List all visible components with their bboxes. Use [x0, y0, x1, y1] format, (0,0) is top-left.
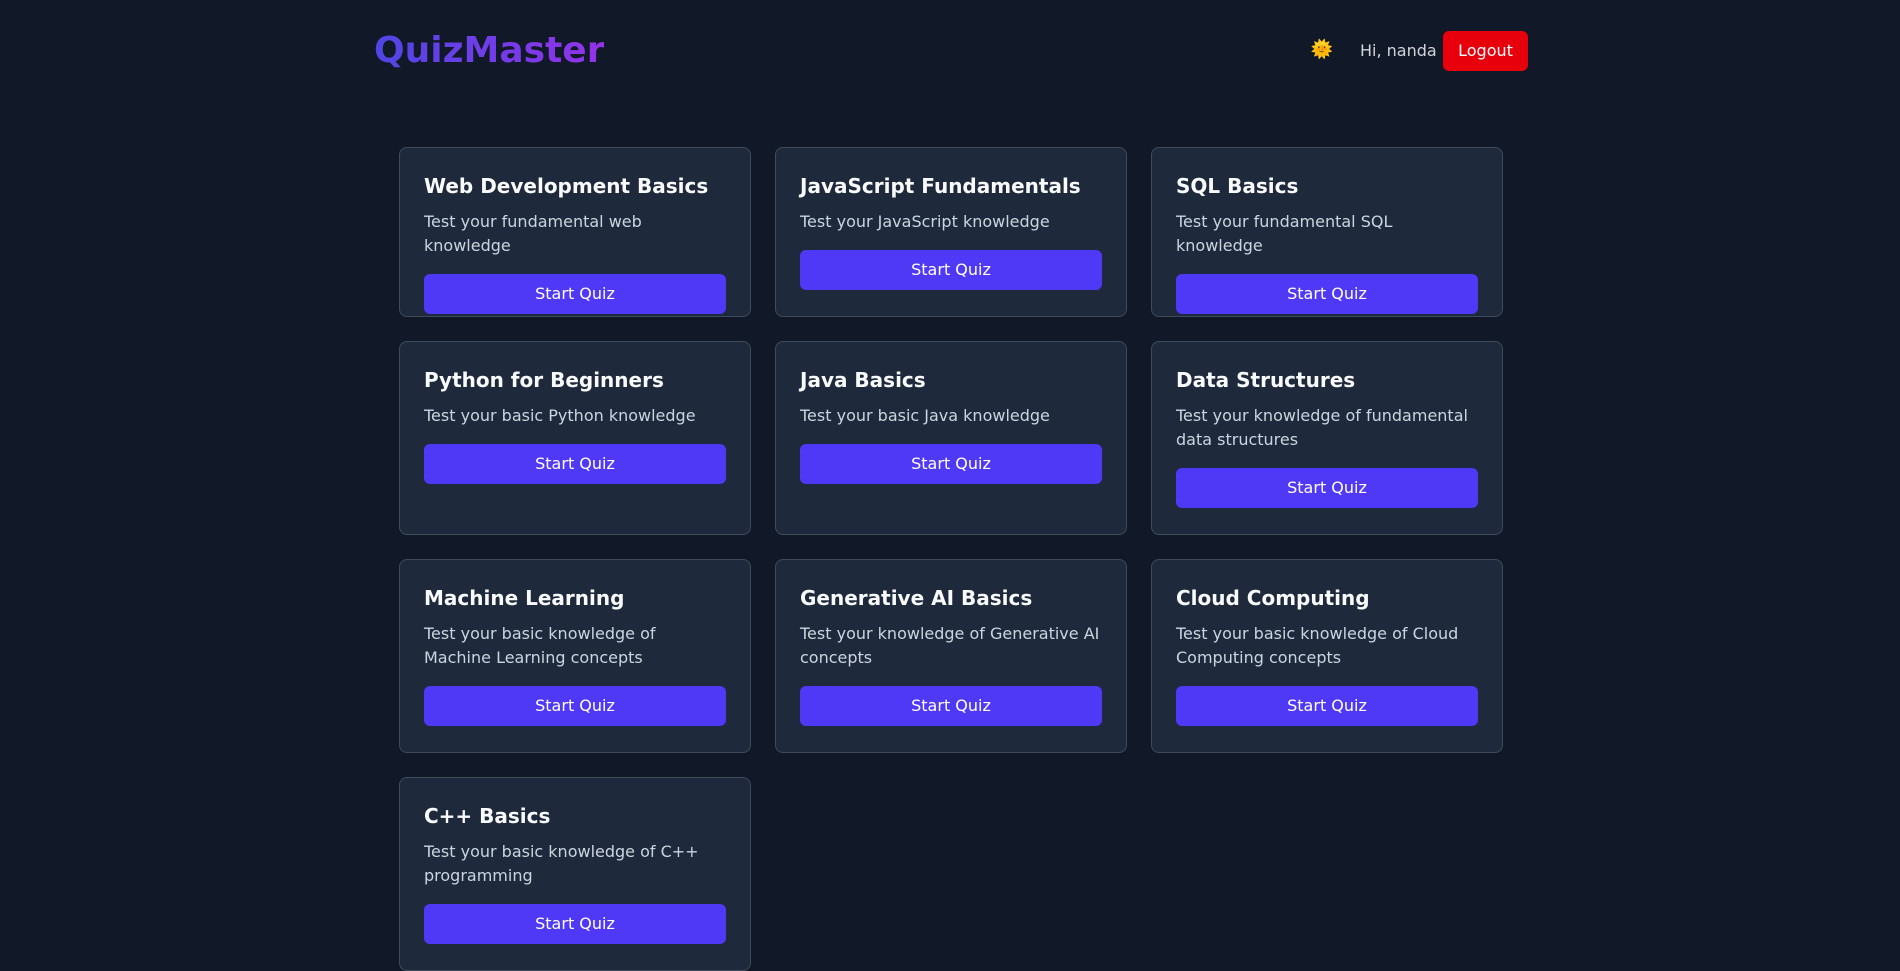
quiz-card-python-for-beginners: Python for Beginners Test your basic Pyt… [399, 341, 751, 535]
quiz-card-description: Test your basic Java knowledge [800, 406, 1050, 425]
quiz-card-description: Test your basic knowledge of Cloud Compu… [1176, 624, 1459, 667]
sun-icon[interactable]: 🌞 [1310, 38, 1334, 62]
quiz-card-data-structures: Data Structures Test your knowledge of f… [1151, 341, 1503, 535]
quiz-card-sql-basics: SQL Basics Test your fundamental SQL kno… [1151, 147, 1503, 317]
quiz-card-description: Test your fundamental SQL knowledge [1176, 212, 1393, 255]
quiz-card-title: Generative AI Basics [800, 586, 1033, 610]
quiz-card-description: Test your basic Python knowledge [424, 406, 696, 425]
start-quiz-button[interactable]: Start Quiz [424, 274, 726, 314]
logout-button[interactable]: Logout [1443, 31, 1528, 71]
quiz-card-machine-learning: Machine Learning Test your basic knowled… [399, 559, 751, 753]
quiz-card-description: Test your basic knowledge of C++ program… [424, 842, 699, 885]
start-quiz-button[interactable]: Start Quiz [1176, 686, 1478, 726]
quiz-card-description: Test your knowledge of fundamental data … [1176, 406, 1468, 449]
quiz-card-description: Test your JavaScript knowledge [800, 212, 1050, 231]
quiz-card-description: Test your knowledge of Generative AI con… [800, 624, 1100, 667]
start-quiz-button[interactable]: Start Quiz [424, 904, 726, 944]
user-greeting: Hi, nanda [1360, 41, 1437, 60]
start-quiz-button[interactable]: Start Quiz [800, 686, 1102, 726]
quiz-card-title: Machine Learning [424, 586, 625, 610]
quiz-card-title: Java Basics [800, 368, 926, 392]
quiz-card-title: Python for Beginners [424, 368, 664, 392]
start-quiz-button[interactable]: Start Quiz [424, 444, 726, 484]
quiz-card-title: C++ Basics [424, 804, 551, 828]
quiz-card-title: Web Development Basics [424, 174, 709, 198]
quiz-card-title: JavaScript Fundamentals [800, 174, 1081, 198]
app-logo[interactable]: QuizMaster [374, 24, 604, 78]
start-quiz-button[interactable]: Start Quiz [424, 686, 726, 726]
quiz-card-description: Test your fundamental web knowledge [424, 212, 642, 255]
start-quiz-button[interactable]: Start Quiz [1176, 274, 1478, 314]
quiz-card-generative-ai-basics: Generative AI Basics Test your knowledge… [775, 559, 1127, 753]
quiz-card-description: Test your basic knowledge of Machine Lea… [424, 624, 656, 667]
quiz-card-cloud-computing: Cloud Computing Test your basic knowledg… [1151, 559, 1503, 753]
quiz-card-cpp-basics: C++ Basics Test your basic knowledge of … [399, 777, 751, 971]
start-quiz-button[interactable]: Start Quiz [800, 444, 1102, 484]
quiz-card-javascript-fundamentals: JavaScript Fundamentals Test your JavaSc… [775, 147, 1127, 317]
start-quiz-button[interactable]: Start Quiz [1176, 468, 1478, 508]
quiz-card-title: SQL Basics [1176, 174, 1299, 198]
top-header: QuizMaster 🌞 Hi, nanda Logout [0, 0, 1900, 102]
quiz-card-java-basics: Java Basics Test your basic Java knowled… [775, 341, 1127, 535]
start-quiz-button[interactable]: Start Quiz [800, 250, 1102, 290]
quiz-grid: Web Development Basics Test your fundame… [399, 147, 1503, 971]
quiz-card-title: Data Structures [1176, 368, 1356, 392]
quiz-card-web-development-basics: Web Development Basics Test your fundame… [399, 147, 751, 317]
quiz-card-title: Cloud Computing [1176, 586, 1370, 610]
